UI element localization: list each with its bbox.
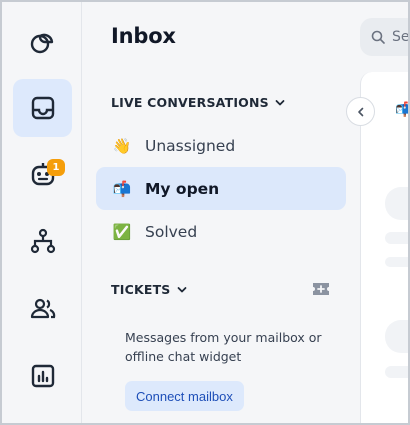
workflows-button[interactable]	[13, 212, 72, 270]
contacts-icon	[30, 298, 55, 319]
contacts-button[interactable]	[13, 279, 72, 337]
loading-skeleton	[385, 232, 408, 244]
tickets-description: Messages from your mailbox or offline ch…	[125, 330, 322, 364]
live-conversations-label: LIVE CONVERSATIONS	[111, 95, 269, 110]
icon-rail: 1	[2, 2, 82, 423]
reports-chart-icon	[31, 364, 54, 388]
waving-hand-icon: 👋	[112, 136, 132, 155]
reports-button[interactable]	[13, 347, 72, 405]
loading-skeleton	[385, 366, 408, 378]
connect-mailbox-button[interactable]: Connect mailbox	[125, 381, 244, 411]
tickets-label: TICKETS	[111, 282, 171, 297]
nav-item-label: Solved	[145, 222, 198, 241]
live-conversations-header[interactable]: LIVE CONVERSATIONS	[111, 95, 285, 110]
notification-badge: 1	[47, 159, 65, 176]
nav-item-label: My open	[145, 179, 220, 198]
inbox-button[interactable]	[13, 79, 72, 137]
conversations-logo-button[interactable]	[13, 14, 72, 72]
search-placeholder: Se	[392, 29, 410, 45]
check-mark-icon: ✅	[112, 222, 132, 241]
inbox-tray-icon	[31, 96, 54, 120]
inbox-panel: Inbox LIVE CONVERSATIONS 👋 Unassigned 📬 …	[82, 2, 360, 423]
collapse-panel-button[interactable]	[346, 97, 375, 126]
hierarchy-icon	[30, 228, 55, 254]
search-icon	[371, 30, 385, 44]
chevron-down-icon	[177, 286, 186, 292]
chevron-down-icon	[275, 99, 285, 105]
mailbox-icon: 📬	[395, 102, 408, 118]
loading-skeleton	[385, 187, 408, 220]
conversations-logo-icon	[30, 33, 53, 54]
bot-button[interactable]: 1	[13, 145, 72, 203]
nav-item-label: Unassigned	[145, 136, 236, 155]
loading-skeleton	[385, 320, 408, 353]
add-ticket-icon[interactable]	[311, 281, 331, 297]
search-input[interactable]: Se	[360, 18, 410, 56]
loading-skeleton	[385, 257, 408, 267]
chevron-left-icon	[357, 107, 363, 116]
tickets-header[interactable]: TICKETS	[111, 282, 187, 297]
app-window: 1 Inbox LIVE CONVERSATIONS 👋 Unassigned …	[0, 0, 410, 425]
page-title: Inbox	[111, 24, 176, 48]
nav-item-my-open[interactable]: 📬 My open	[96, 167, 346, 210]
mailbox-icon: 📬	[112, 179, 132, 198]
nav-item-unassigned[interactable]: 👋 Unassigned	[96, 124, 346, 167]
nav-item-solved[interactable]: ✅ Solved	[96, 210, 346, 253]
